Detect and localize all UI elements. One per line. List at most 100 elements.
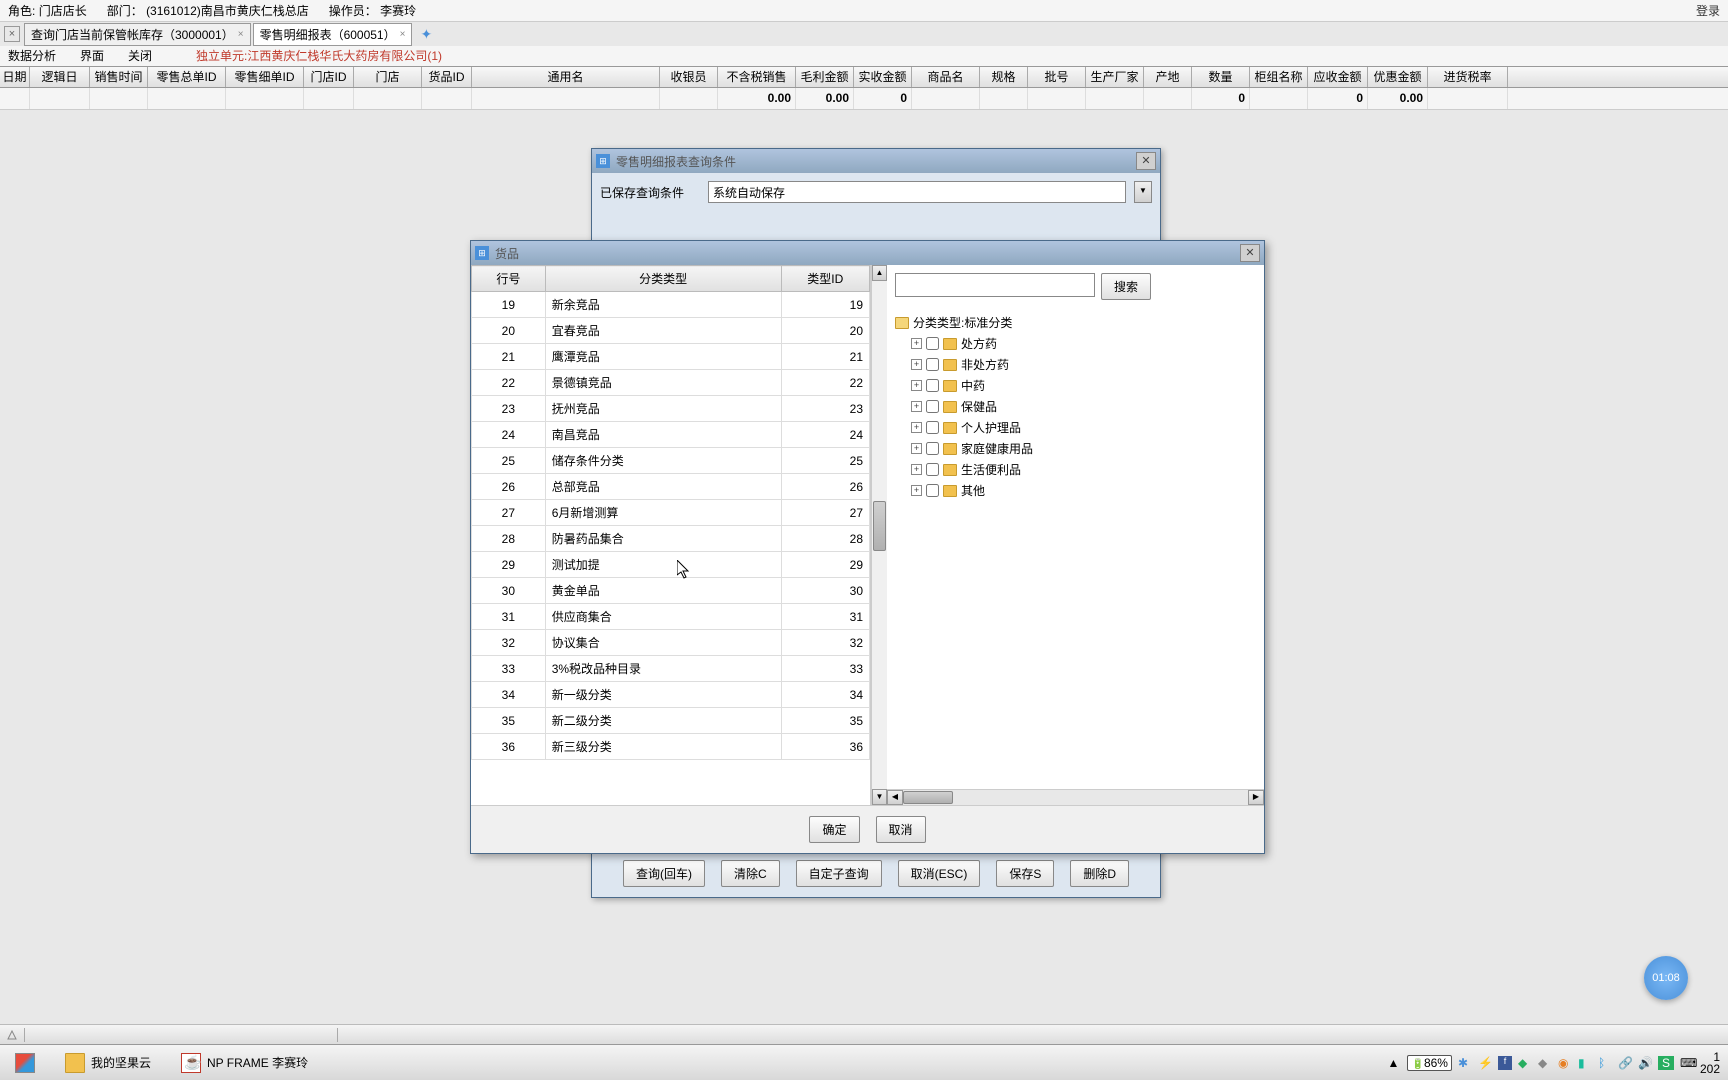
tree-root[interactable]: 分类类型:标准分类 bbox=[895, 312, 1256, 333]
col-receivable[interactable]: 应收金额 bbox=[1308, 67, 1368, 87]
tree-item[interactable]: +中药 bbox=[895, 375, 1256, 396]
expand-icon[interactable]: + bbox=[911, 401, 922, 412]
col-product-name[interactable]: 商品名 bbox=[912, 67, 980, 87]
scroll-left-button[interactable]: ◀ bbox=[887, 790, 903, 805]
table-row[interactable]: 35新二级分类35 bbox=[472, 708, 870, 734]
close-button[interactable]: ✕ bbox=[1240, 244, 1260, 262]
tree-checkbox[interactable] bbox=[926, 400, 939, 413]
clock[interactable]: 1202 bbox=[1700, 1051, 1720, 1075]
table-row[interactable]: 25储存条件分类25 bbox=[472, 448, 870, 474]
scroll-up-button[interactable]: ▲ bbox=[872, 265, 887, 281]
cancel-button[interactable]: 取消 bbox=[876, 816, 926, 843]
tree-checkbox[interactable] bbox=[926, 463, 939, 476]
th-typeid[interactable]: 类型ID bbox=[781, 266, 869, 292]
col-qty[interactable]: 数量 bbox=[1192, 67, 1250, 87]
tree-item[interactable]: +处方药 bbox=[895, 333, 1256, 354]
table-row[interactable]: 29测试加提29 bbox=[472, 552, 870, 578]
power-icon[interactable]: ⚡ bbox=[1478, 1056, 1492, 1070]
table-row[interactable]: 36新三级分类36 bbox=[472, 734, 870, 760]
tab-close-icon[interactable]: × bbox=[400, 29, 406, 40]
tree-search-input[interactable] bbox=[895, 273, 1095, 297]
scroll-down-button[interactable]: ▼ bbox=[872, 789, 887, 805]
taskbar-npframe[interactable]: NP FRAME 李赛玲 bbox=[170, 1048, 319, 1078]
col-actual[interactable]: 实收金额 bbox=[854, 67, 912, 87]
table-scrollbar[interactable]: ▲ ▼ bbox=[871, 265, 887, 805]
table-row[interactable]: 26总部竞品26 bbox=[472, 474, 870, 500]
scroll-right-button[interactable]: ▶ bbox=[1248, 790, 1264, 805]
category-tree[interactable]: 分类类型:标准分类 +处方药+非处方药+中药+保健品+个人护理品+家庭健康用品+… bbox=[887, 308, 1264, 789]
timer-widget[interactable]: 01:08 bbox=[1644, 956, 1688, 1000]
tree-checkbox[interactable] bbox=[926, 484, 939, 497]
th-type[interactable]: 分类类型 bbox=[545, 266, 781, 292]
table-row[interactable]: 21鹰潭竞品21 bbox=[472, 344, 870, 370]
col-generic-name[interactable]: 通用名 bbox=[472, 67, 660, 87]
shield-icon[interactable]: f bbox=[1498, 1056, 1512, 1070]
col-logic-date[interactable]: 逻辑日 bbox=[30, 67, 90, 87]
table-row[interactable]: 22景德镇竞品22 bbox=[472, 370, 870, 396]
col-date[interactable]: 日期 bbox=[0, 67, 30, 87]
col-origin[interactable]: 产地 bbox=[1144, 67, 1192, 87]
ok-button[interactable]: 确定 bbox=[809, 816, 859, 843]
delete-button[interactable]: 删除D bbox=[1070, 860, 1129, 887]
custom-subquery-button[interactable]: 自定子查询 bbox=[796, 860, 882, 887]
col-cashier[interactable]: 收银员 bbox=[660, 67, 718, 87]
col-notax-sale[interactable]: 不含税销售 bbox=[718, 67, 796, 87]
app2-icon[interactable]: ◆ bbox=[1538, 1056, 1552, 1070]
ime-icon[interactable]: S bbox=[1658, 1056, 1674, 1070]
tab-inventory[interactable]: 查询门店当前保管帐库存（3000001）× bbox=[24, 23, 251, 46]
table-row[interactable]: 31供应商集合31 bbox=[472, 604, 870, 630]
bluetooth-icon[interactable]: ᛒ bbox=[1598, 1056, 1612, 1070]
expand-icon[interactable]: + bbox=[911, 359, 922, 370]
tree-checkbox[interactable] bbox=[926, 358, 939, 371]
taskbar-nutstore[interactable]: 我的坚果云 bbox=[54, 1048, 162, 1078]
tree-checkbox[interactable] bbox=[926, 421, 939, 434]
close-button[interactable]: ✕ bbox=[1136, 152, 1156, 170]
expand-icon[interactable]: + bbox=[911, 422, 922, 433]
tree-item[interactable]: +非处方药 bbox=[895, 354, 1256, 375]
col-total-id[interactable]: 零售总单ID bbox=[148, 67, 226, 87]
table-row[interactable]: 24南昌竞品24 bbox=[472, 422, 870, 448]
tree-checkbox[interactable] bbox=[926, 379, 939, 392]
new-tab-button[interactable]: ✦ bbox=[414, 26, 438, 43]
col-intax[interactable]: 进货税率 bbox=[1428, 67, 1508, 87]
col-detail-id[interactable]: 零售细单ID bbox=[226, 67, 304, 87]
keyboard-icon[interactable]: ⌨ bbox=[1680, 1056, 1694, 1070]
expand-icon[interactable]: + bbox=[911, 485, 922, 496]
col-store-id[interactable]: 门店ID bbox=[304, 67, 354, 87]
tree-item[interactable]: +保健品 bbox=[895, 396, 1256, 417]
tray-up-icon[interactable]: ▲ bbox=[1387, 1056, 1401, 1070]
col-discount[interactable]: 优惠金额 bbox=[1368, 67, 1428, 87]
menu-interface[interactable]: 界面 bbox=[80, 46, 104, 66]
category-table[interactable]: 行号 分类类型 类型ID 19新余竞品1920宜春竞品2021鹰潭竞品2122景… bbox=[471, 265, 870, 760]
expand-icon[interactable]: + bbox=[911, 338, 922, 349]
scroll-thumb[interactable] bbox=[873, 501, 886, 551]
col-mfr[interactable]: 生产厂家 bbox=[1086, 67, 1144, 87]
table-row[interactable]: 20宜春竞品20 bbox=[472, 318, 870, 344]
table-row[interactable]: 32协议集合32 bbox=[472, 630, 870, 656]
clear-button[interactable]: 清除C bbox=[721, 860, 780, 887]
table-row[interactable]: 34新一级分类34 bbox=[472, 682, 870, 708]
table-row[interactable]: 30黄金单品30 bbox=[472, 578, 870, 604]
table-row[interactable]: 23抚州竞品23 bbox=[472, 396, 870, 422]
th-row[interactable]: 行号 bbox=[472, 266, 546, 292]
login-link[interactable]: 登录 bbox=[1696, 0, 1720, 21]
tree-checkbox[interactable] bbox=[926, 337, 939, 350]
tree-item[interactable]: +家庭健康用品 bbox=[895, 438, 1256, 459]
col-spec[interactable]: 规格 bbox=[980, 67, 1028, 87]
sync-icon[interactable]: ✱ bbox=[1458, 1056, 1472, 1070]
menu-data-analysis[interactable]: 数据分析 bbox=[8, 46, 56, 66]
app3-icon[interactable]: ◉ bbox=[1558, 1056, 1572, 1070]
dialog-titlebar[interactable]: ⊞ 货品 ✕ bbox=[471, 241, 1264, 265]
col-batch[interactable]: 批号 bbox=[1028, 67, 1086, 87]
tab-retail-report[interactable]: 零售明细报表（600051）× bbox=[253, 23, 413, 46]
col-store[interactable]: 门店 bbox=[354, 67, 422, 87]
taskbar[interactable]: 我的坚果云 NP FRAME 李赛玲 ▲ 🔋86% ✱ ⚡ f ◆ ◆ ◉ ▮ … bbox=[0, 1044, 1728, 1080]
tree-item[interactable]: +其他 bbox=[895, 480, 1256, 501]
volume-icon[interactable]: 🔊 bbox=[1638, 1056, 1652, 1070]
app4-icon[interactable]: ▮ bbox=[1578, 1056, 1592, 1070]
hscroll-thumb[interactable] bbox=[903, 791, 953, 804]
search-button[interactable]: 搜索 bbox=[1101, 273, 1151, 300]
tab-close-icon[interactable]: × bbox=[238, 29, 244, 40]
cancel-esc-button[interactable]: 取消(ESC) bbox=[898, 860, 981, 887]
query-button[interactable]: 查询(回车) bbox=[623, 860, 705, 887]
